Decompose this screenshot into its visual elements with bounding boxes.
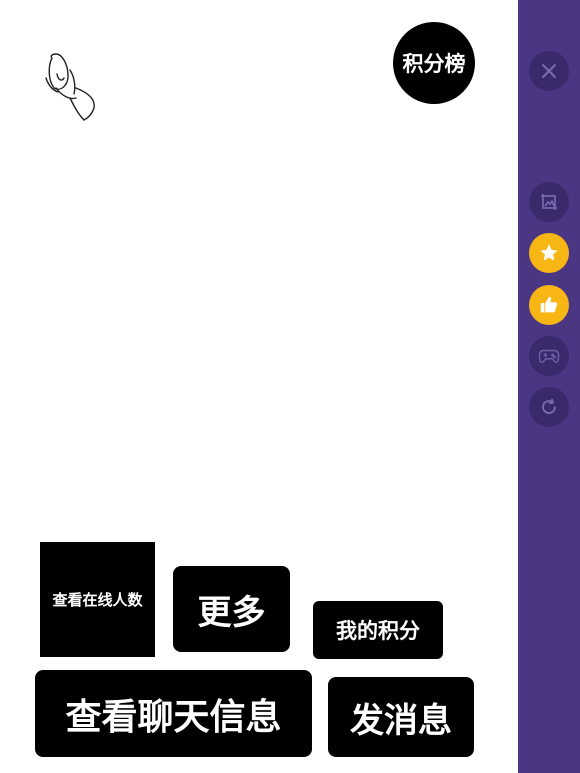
sidebar — [518, 0, 580, 773]
send-message-button[interactable]: 发消息 — [328, 677, 474, 757]
view-chat-button[interactable]: 查看聊天信息 — [35, 670, 312, 757]
close-icon — [542, 64, 556, 78]
screenshot-icon — [541, 194, 557, 210]
my-points-label: 我的积分 — [336, 619, 420, 643]
thumbs-up-icon — [540, 296, 558, 313]
my-points-button[interactable]: 我的积分 — [313, 601, 443, 659]
game-canvas[interactable]: 积分榜 查看在线人数 更多 我的积分 查看聊天信息 发消息 — [0, 0, 518, 773]
online-count-button[interactable]: 查看在线人数 — [40, 542, 155, 657]
character-sketch-icon — [45, 53, 95, 121]
refresh-icon — [542, 398, 556, 414]
like-button[interactable] — [529, 285, 569, 325]
send-message-label: 发消息 — [350, 700, 452, 741]
gamepad-icon — [538, 349, 560, 363]
refresh-button[interactable] — [529, 387, 569, 427]
view-chat-label: 查看聊天信息 — [65, 696, 282, 738]
online-count-label: 查看在线人数 — [52, 591, 143, 609]
screenshot-button[interactable] — [529, 182, 569, 222]
leaderboard-button[interactable]: 积分榜 — [393, 22, 475, 104]
more-label: 更多 — [197, 592, 266, 633]
star-icon — [540, 244, 558, 261]
leaderboard-label: 积分榜 — [402, 52, 466, 76]
close-button[interactable] — [529, 51, 569, 91]
game-button[interactable] — [529, 336, 569, 376]
more-button[interactable]: 更多 — [173, 566, 290, 652]
favorite-button[interactable] — [529, 233, 569, 273]
